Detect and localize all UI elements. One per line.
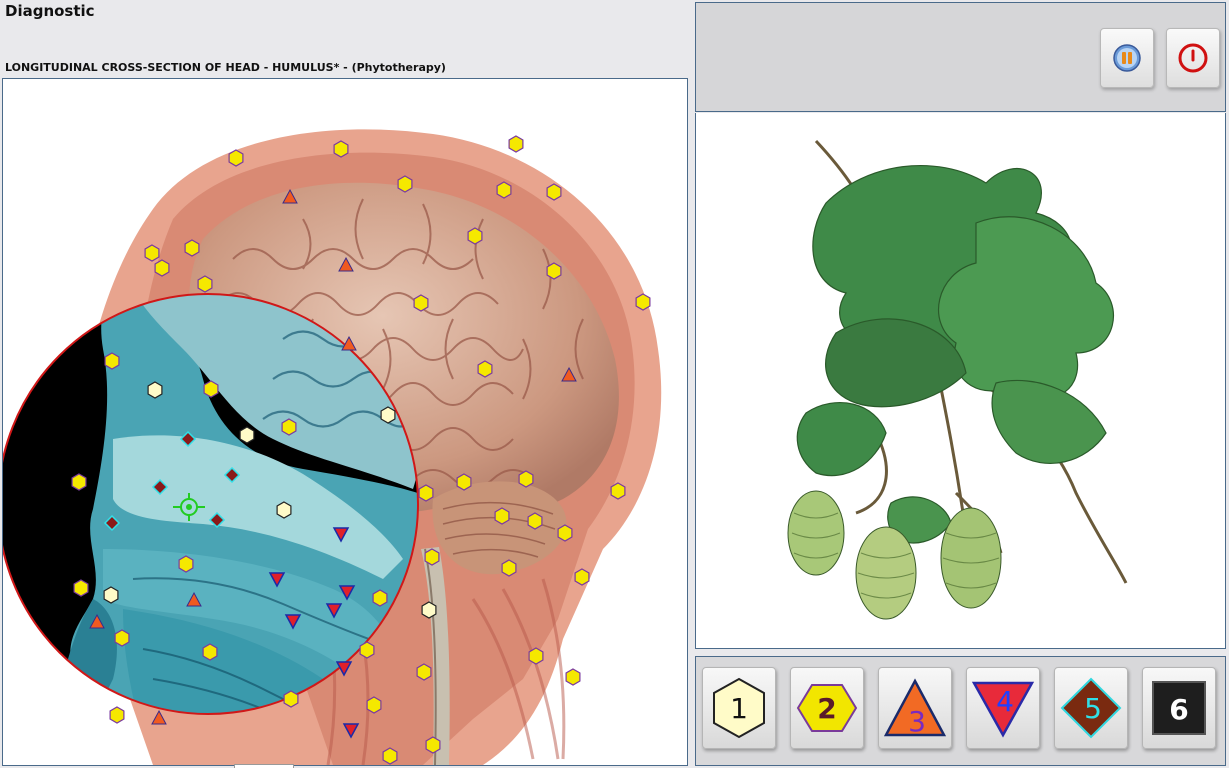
marker-button-2[interactable]: 2 xyxy=(790,667,864,749)
yellow-hexagon-marker[interactable] xyxy=(518,470,534,488)
yellow-hexagon-marker[interactable] xyxy=(574,568,590,586)
yellow-hexagon-marker[interactable] xyxy=(528,647,544,665)
yellow-hexagon-marker[interactable] xyxy=(73,579,89,597)
marker-button-6[interactable]: 6 xyxy=(1142,667,1216,749)
yellow-hexagon-marker[interactable] xyxy=(202,643,218,661)
head-cross-section-image xyxy=(3,129,662,765)
pale-hexagon-marker[interactable] xyxy=(380,406,396,424)
pale-hexagon-marker[interactable] xyxy=(103,586,119,604)
view-caption: LONGITUDINAL CROSS-SECTION OF HEAD - HUM… xyxy=(5,61,446,74)
yellow-hexagon-marker[interactable] xyxy=(424,548,440,566)
pale-hexagon-marker[interactable] xyxy=(239,426,255,444)
power-icon xyxy=(1178,43,1208,73)
yellow-hexagon-marker[interactable] xyxy=(425,736,441,754)
yellow-hexagon-marker[interactable] xyxy=(456,473,472,491)
pale-hexagon-marker[interactable] xyxy=(147,381,163,399)
square-dark-icon: 6 xyxy=(1152,681,1206,735)
diamond-icon: 5 xyxy=(1060,677,1122,739)
marker-button-1[interactable]: 1 xyxy=(702,667,776,749)
yellow-hexagon-marker[interactable] xyxy=(494,507,510,525)
yellow-hexagon-marker[interactable] xyxy=(281,418,297,436)
yellow-hexagon-marker[interactable] xyxy=(228,149,244,167)
yellow-hexagon-marker[interactable] xyxy=(477,360,493,378)
marker-button-1-label: 1 xyxy=(730,692,748,725)
play-pause-button[interactable] xyxy=(1100,28,1154,88)
yellow-hexagon-marker[interactable] xyxy=(610,482,626,500)
yellow-hexagon-marker[interactable] xyxy=(109,706,125,724)
yellow-hexagon-marker[interactable] xyxy=(416,663,432,681)
marker-button-6-label: 6 xyxy=(1169,693,1188,726)
yellow-hexagon-marker[interactable] xyxy=(197,275,213,293)
yellow-hexagon-marker[interactable] xyxy=(546,183,562,201)
yellow-hexagon-marker[interactable] xyxy=(527,512,543,530)
yellow-hexagon-marker[interactable] xyxy=(546,262,562,280)
yellow-hexagon-marker[interactable] xyxy=(333,140,349,158)
yellow-hexagon-marker[interactable] xyxy=(496,181,512,199)
marker-button-3-label: 3 xyxy=(908,705,926,738)
marker-button-5[interactable]: 5 xyxy=(1054,667,1128,749)
yellow-hexagon-marker[interactable] xyxy=(71,473,87,491)
yellow-hexagon-marker[interactable] xyxy=(418,484,434,502)
yellow-hexagon-marker[interactable] xyxy=(178,555,194,573)
triangle-up-icon: 3 xyxy=(883,678,947,738)
scrollbar-handle[interactable] xyxy=(234,764,294,768)
yellow-hexagon-marker[interactable] xyxy=(501,559,517,577)
yellow-hexagon-marker[interactable] xyxy=(413,294,429,312)
hops-plant-illustration xyxy=(787,139,1128,620)
hexagon-pale-icon: 1 xyxy=(713,677,765,739)
plant-illustration-panel xyxy=(695,113,1226,649)
yellow-hexagon-marker[interactable] xyxy=(467,227,483,245)
yellow-hexagon-marker[interactable] xyxy=(397,175,413,193)
yellow-hexagon-marker[interactable] xyxy=(104,352,120,370)
marker-selector-bar: 1 2 3 4 5 6 xyxy=(695,656,1226,766)
yellow-hexagon-marker[interactable] xyxy=(144,244,160,262)
yellow-hexagon-marker[interactable] xyxy=(635,293,651,311)
yellow-hexagon-marker[interactable] xyxy=(114,629,130,647)
yellow-hexagon-marker[interactable] xyxy=(382,747,398,765)
yellow-hexagon-marker[interactable] xyxy=(203,380,219,398)
yellow-hexagon-marker[interactable] xyxy=(508,135,524,153)
control-bar xyxy=(695,2,1226,112)
yellow-hexagon-marker[interactable] xyxy=(283,690,299,708)
marker-button-4-label: 4 xyxy=(996,685,1014,718)
marker-button-3[interactable]: 3 xyxy=(878,667,952,749)
pale-hexagon-marker[interactable] xyxy=(276,501,292,519)
app-title: Diagnostic xyxy=(5,2,95,20)
head-cross-section-view[interactable] xyxy=(2,78,688,766)
yellow-hexagon-marker[interactable] xyxy=(565,668,581,686)
pale-hexagon-marker[interactable] xyxy=(421,601,437,619)
marker-button-4[interactable]: 4 xyxy=(966,667,1040,749)
marker-button-5-label: 5 xyxy=(1084,692,1102,725)
power-button[interactable] xyxy=(1166,28,1220,88)
yellow-hexagon-marker[interactable] xyxy=(154,259,170,277)
yellow-hexagon-marker[interactable] xyxy=(557,524,573,542)
triangle-down-icon: 4 xyxy=(971,681,1035,738)
yellow-hexagon-marker[interactable] xyxy=(372,589,388,607)
yellow-hexagon-marker[interactable] xyxy=(359,641,375,659)
yellow-hexagon-marker[interactable] xyxy=(184,239,200,257)
marker-button-2-label: 2 xyxy=(817,692,836,725)
media-pause-icon xyxy=(1113,44,1141,72)
yellow-hexagon-marker[interactable] xyxy=(366,696,382,714)
hexagon-yellow-icon: 2 xyxy=(796,684,858,732)
